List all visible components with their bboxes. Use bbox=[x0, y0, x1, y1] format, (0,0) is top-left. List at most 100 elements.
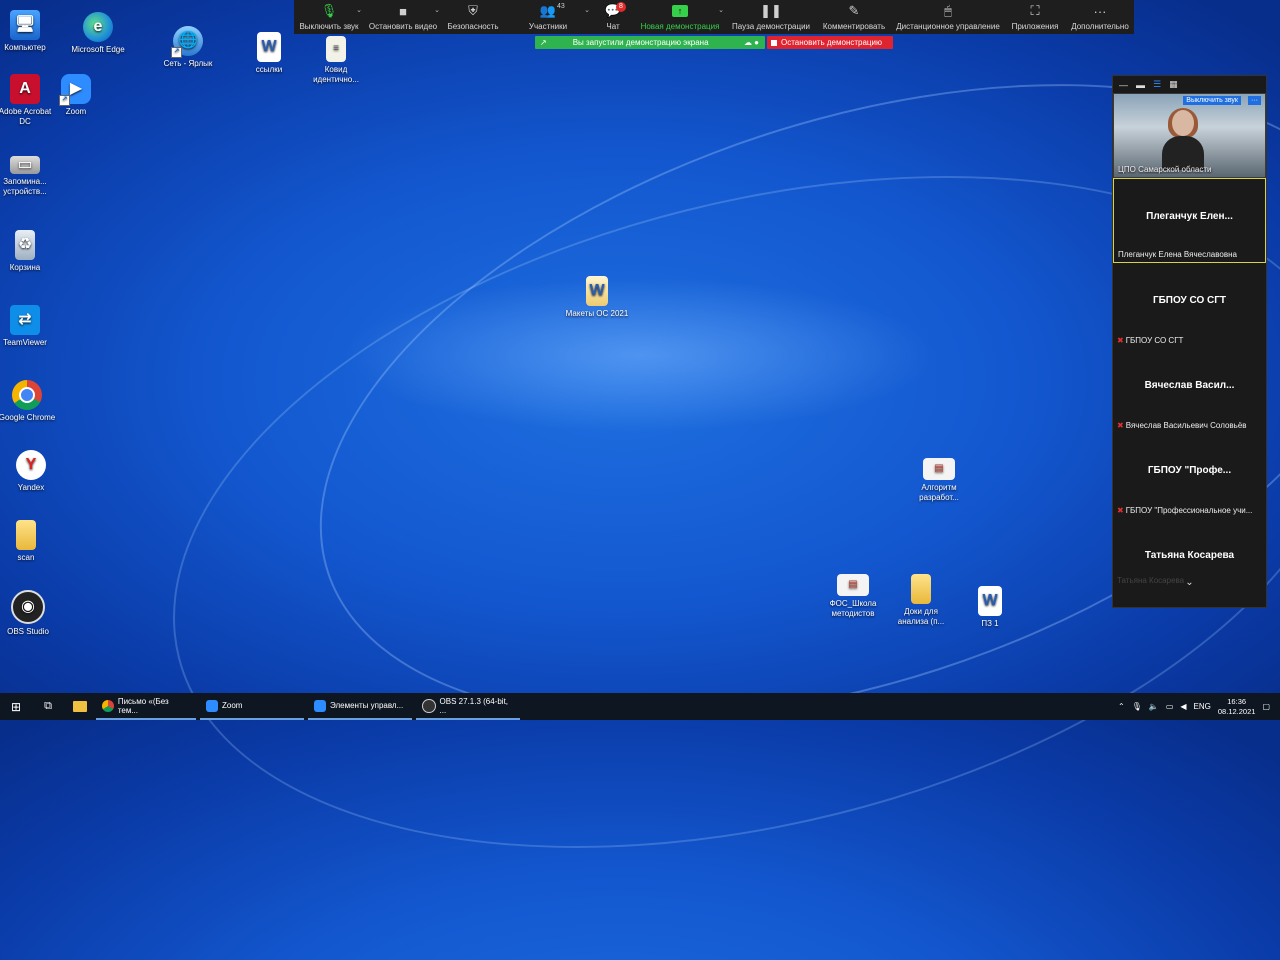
stop-share-label: Остановить демонстрацию bbox=[781, 38, 882, 47]
word-document-icon: W bbox=[978, 586, 1002, 616]
participant-tile[interactable]: Вячеслав Васил... ✖ Вячеслав Васильевич С… bbox=[1113, 348, 1266, 433]
chevron-down-icon[interactable]: ⌄ bbox=[584, 6, 590, 14]
presentation-icon: ▤ bbox=[923, 458, 955, 480]
desktop-icon-covid-doc[interactable]: ≡ Ковид идентично... bbox=[304, 36, 368, 85]
mute-participant-button[interactable]: Выключить звук bbox=[1183, 96, 1241, 105]
desktop-icon-label: Алгоритм разработ... bbox=[919, 483, 959, 502]
taskbar-app-zoom[interactable]: Zoom bbox=[200, 693, 304, 720]
volume-level-icon[interactable]: ◀ bbox=[1180, 702, 1186, 711]
wallpaper-swoosh bbox=[102, 63, 1280, 960]
chat-button[interactable]: 💬 8 Чат bbox=[592, 0, 634, 34]
start-button[interactable]: ⊞ bbox=[0, 693, 32, 720]
desktop-icon-chrome[interactable]: Google Chrome bbox=[0, 380, 59, 423]
desktop-icon-algorithm-ppt[interactable]: ▤ Алгоритм разработ... bbox=[907, 458, 971, 503]
participant-tile[interactable]: Плеганчук Елен... Плеганчук Елена Вячесл… bbox=[1113, 178, 1266, 263]
clock[interactable]: 16:36 08.12.2021 bbox=[1218, 697, 1256, 717]
desktop-icon-teamviewer[interactable]: ⇄ TeamViewer bbox=[0, 305, 57, 348]
participant-name: ГБПОУ СО СГТ bbox=[1125, 336, 1184, 345]
desktop-icon-links-doc[interactable]: W ссылки bbox=[237, 32, 301, 75]
security-button[interactable]: ⛨ Безопасность bbox=[442, 0, 504, 34]
zoom-icon bbox=[206, 699, 218, 712]
task-view-button[interactable]: ⧉ bbox=[32, 693, 64, 720]
muted-mic-icon: ✖ bbox=[1117, 336, 1124, 345]
participant-name: ГБПОУ "Профессиональное учи... bbox=[1125, 506, 1253, 515]
network-icon: 🌐 ↗ bbox=[171, 26, 203, 58]
mute-label: Выключить звук bbox=[299, 22, 359, 31]
chevron-down-icon[interactable]: ⌄ bbox=[434, 6, 440, 14]
remote-control-button[interactable]: 🖱 Дистанционное управление bbox=[892, 0, 1004, 34]
volume-icon[interactable]: 🔈 bbox=[1149, 702, 1159, 711]
desktop-icon-scan-folder[interactable]: scan bbox=[0, 520, 58, 563]
muted-mic-icon: ✖ bbox=[1117, 506, 1124, 515]
minimize-icon[interactable]: — bbox=[1119, 80, 1128, 90]
teamviewer-icon: ⇄ bbox=[10, 305, 40, 335]
stop-square-icon bbox=[771, 39, 777, 46]
word-document-icon: W bbox=[257, 32, 281, 62]
pencil-icon: ✎ bbox=[848, 3, 860, 18]
chevron-down-icon[interactable]: ⌄ bbox=[718, 6, 724, 14]
participants-button[interactable]: 👥 43 Участники ⌄ bbox=[504, 0, 592, 34]
desktop-icon-obs[interactable]: ◉ OBS Studio bbox=[0, 590, 60, 637]
video-label: Остановить видео bbox=[368, 22, 438, 31]
participant-more-button[interactable]: ··· bbox=[1248, 96, 1261, 105]
chevron-down-icon[interactable]: ⌄ bbox=[356, 6, 362, 14]
taskbar-app-label: Письмо «(Без тем... bbox=[117, 696, 169, 715]
notifications-icon[interactable]: ▢ bbox=[1262, 702, 1270, 711]
desktop-icon-computer[interactable]: 🖥 Компьютер bbox=[0, 10, 57, 53]
folder-icon bbox=[73, 701, 87, 712]
desktop-icon-label: Ковид идентично... bbox=[313, 65, 359, 84]
speaker-view-icon[interactable]: ☰ bbox=[1153, 79, 1161, 90]
chevron-down-icon[interactable]: ⌄ bbox=[1113, 577, 1266, 588]
file-explorer-button[interactable] bbox=[64, 693, 96, 720]
desktop-icon-edge[interactable]: e Microsoft Edge bbox=[66, 12, 130, 55]
storage-device-icon: ▭ bbox=[10, 156, 40, 174]
stop-share-button[interactable]: Остановить демонстрацию bbox=[767, 36, 893, 49]
participant-display-name: ГБПОУ СО СГТ bbox=[1152, 295, 1227, 306]
obs-icon: ◉ bbox=[11, 590, 45, 624]
gallery-view-icon[interactable]: ▦ bbox=[1169, 79, 1178, 90]
desktop-icon-recycle-bin[interactable]: ♻ Корзина bbox=[0, 230, 57, 273]
desktop-icon-yandex[interactable]: Y Yandex bbox=[0, 450, 63, 493]
microphone-icon[interactable]: 🎙 bbox=[1132, 702, 1142, 711]
participant-display-name: Вячеслав Васил... bbox=[1144, 380, 1235, 391]
muted-mic-icon: ✖ bbox=[1117, 421, 1124, 430]
participant-tile[interactable]: Татьяна Косарева Татьяна Косарева ⌄ bbox=[1113, 518, 1266, 588]
participant-tile[interactable]: ГБПОУ СО СГТ ✖ ГБПОУ СО СГТ bbox=[1113, 263, 1266, 348]
chevron-up-icon[interactable]: ⌃ bbox=[1118, 702, 1125, 711]
acrobat-icon: A bbox=[10, 74, 40, 104]
stop-video-button[interactable]: ■ Остановить видео ⌄ bbox=[364, 0, 442, 34]
desktop-icon-label: Google Chrome bbox=[0, 413, 56, 422]
desktop-icon-zoom[interactable]: ▶ ↗ Zoom bbox=[44, 74, 108, 117]
pause-share-button[interactable]: ❚❚ Пауза демонстрации bbox=[726, 0, 816, 34]
zoom-icon: ▶ ↗ bbox=[59, 74, 91, 106]
taskbar-app-chrome[interactable]: Письмо «(Без тем... bbox=[96, 693, 196, 720]
desktop-icon-label: Microsoft Edge bbox=[71, 45, 125, 54]
mouse-icon: 🖱 bbox=[944, 3, 952, 18]
taskbar-app-zoom-controls[interactable]: Элементы управл... bbox=[308, 693, 412, 720]
desktop-icon-label: Запомина... устройств... bbox=[3, 177, 47, 196]
annotate-button[interactable]: ✎ Комментировать bbox=[816, 0, 892, 34]
mute-button[interactable]: 🎙 Выключить звук ⌄ bbox=[294, 0, 364, 34]
thumbnail-view-icon[interactable]: ▬ bbox=[1136, 80, 1145, 90]
desktop-icon-network[interactable]: 🌐 ↗ Сеть - Ярлык bbox=[156, 26, 220, 69]
desktop-icon-pz1-doc[interactable]: W ПЗ 1 bbox=[958, 586, 1022, 629]
desktop-icon-makety-doc[interactable]: W Макеты ОС 2021 bbox=[565, 276, 629, 319]
cloud-icon: ☁ ● bbox=[743, 38, 759, 47]
desktop-icon-fos-ppt[interactable]: ▤ ФОС_Школа методистов bbox=[821, 574, 885, 619]
desktop-icon-docs-folder[interactable]: Доки для анализа (п... bbox=[889, 574, 953, 627]
clock-date: 08.12.2021 bbox=[1217, 706, 1256, 716]
more-button[interactable]: ··· Дополнительно bbox=[1066, 0, 1134, 34]
participant-video-tile[interactable]: Выключить звук ··· ЦПО Самарской области bbox=[1113, 93, 1266, 178]
chrome-icon bbox=[102, 699, 114, 712]
word-document-icon: W bbox=[586, 276, 608, 306]
taskbar-app-obs[interactable]: OBS 27.1.3 (64-bit, ... bbox=[416, 693, 520, 720]
participant-video bbox=[1162, 108, 1204, 170]
more-label: Дополнительно bbox=[1071, 22, 1129, 31]
new-share-button[interactable]: ↑ Новая демонстрация ⌄ bbox=[634, 0, 726, 34]
network-icon[interactable]: ▭ bbox=[1166, 702, 1174, 711]
desktop-icon-storage[interactable]: ▭ Запомина... устройств... bbox=[0, 150, 57, 197]
apps-button[interactable]: ⛶ Приложения bbox=[1004, 0, 1066, 34]
language-indicator[interactable]: ENG bbox=[1194, 702, 1211, 711]
zoom-icon bbox=[314, 699, 326, 712]
participant-tile[interactable]: ГБПОУ "Профе... ✖ ГБПОУ "Профессиональное… bbox=[1113, 433, 1266, 518]
